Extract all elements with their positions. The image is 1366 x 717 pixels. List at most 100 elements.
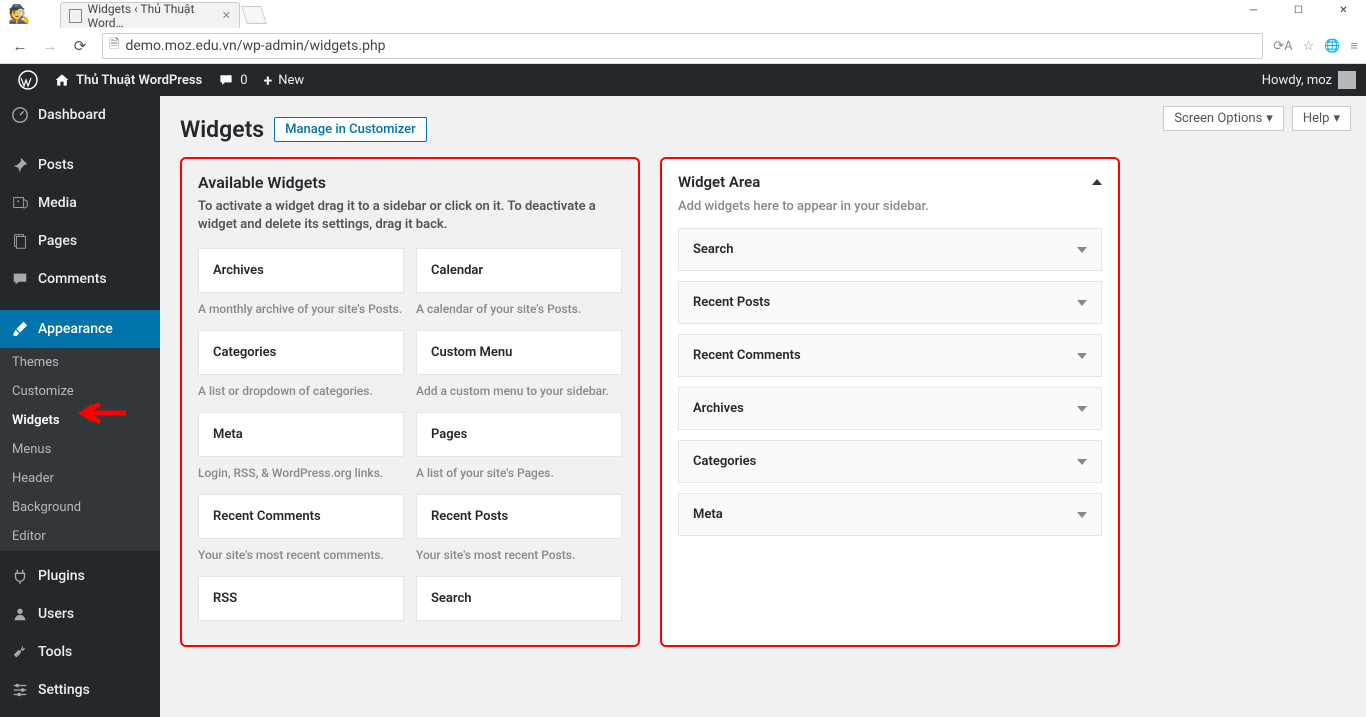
sidebar-item-plugins[interactable]: Plugins bbox=[0, 557, 160, 595]
placed-widget-label: Categories bbox=[693, 454, 756, 469]
submenu-background[interactable]: Background bbox=[0, 493, 160, 522]
maximize-button[interactable]: ☐ bbox=[1276, 0, 1321, 20]
screen-options-button[interactable]: Screen Options ▾ bbox=[1163, 106, 1284, 131]
sidebar-item-settings[interactable]: Settings bbox=[0, 671, 160, 709]
available-widget[interactable]: Search bbox=[416, 576, 622, 621]
sidebar-item-dashboard[interactable]: Dashboard bbox=[0, 96, 160, 134]
browser-nav-bar: ← → ⟳ 🗎 ⟳A ☆ 🌐 ≡ bbox=[0, 28, 1366, 64]
manage-customizer-link[interactable]: Manage in Customizer bbox=[274, 117, 427, 142]
new-content-menu[interactable]: + New bbox=[256, 64, 313, 96]
appearance-submenu: Themes Customize Widgets Menus Header Ba… bbox=[0, 348, 160, 551]
available-widget[interactable]: Recent Posts bbox=[416, 494, 622, 539]
chevron-down-icon: ▾ bbox=[1333, 111, 1340, 126]
minimize-button[interactable]: ─ bbox=[1231, 0, 1276, 20]
new-tab-button[interactable] bbox=[241, 6, 267, 24]
widget-area-title: Widget Area bbox=[678, 173, 760, 191]
available-widgets-panel: Available Widgets To activate a widget d… bbox=[180, 157, 640, 647]
sidebar-item-pages[interactable]: Pages bbox=[0, 222, 160, 260]
sidebar-label: Settings bbox=[38, 682, 90, 698]
sidebar-item-comments[interactable]: Comments bbox=[0, 260, 160, 298]
forward-button[interactable]: → bbox=[38, 34, 62, 58]
plug-icon bbox=[10, 566, 30, 586]
page-title: Widgets bbox=[180, 116, 264, 143]
available-widget[interactable]: Pages bbox=[416, 412, 622, 457]
media-icon bbox=[10, 193, 30, 213]
widget-description: Login, RSS, & WordPress.org links. bbox=[198, 457, 404, 482]
chevron-down-icon bbox=[1077, 353, 1087, 359]
widget-description: A list or dropdown of categories. bbox=[198, 375, 404, 400]
bookmark-icon[interactable]: ☆ bbox=[1303, 39, 1315, 54]
wordpress-icon bbox=[18, 70, 38, 90]
widget-area-header[interactable]: Widget Area bbox=[678, 173, 1102, 191]
reload-button[interactable]: ⟳ bbox=[68, 34, 92, 58]
sidebar-label: Posts bbox=[38, 157, 74, 173]
placed-widget-label: Recent Comments bbox=[693, 348, 801, 363]
placed-widget-list: Search Recent Posts Recent Comments Archive… bbox=[678, 228, 1102, 536]
sidebar-label: Tools bbox=[38, 644, 72, 660]
available-widget[interactable]: Recent Comments bbox=[198, 494, 404, 539]
submenu-themes[interactable]: Themes bbox=[0, 348, 160, 377]
available-widgets-title: Available Widgets bbox=[198, 173, 622, 192]
pages-icon bbox=[10, 231, 30, 251]
chevron-down-icon bbox=[1077, 512, 1087, 518]
howdy-text[interactable]: Howdy, moz bbox=[1262, 73, 1332, 88]
submenu-editor[interactable]: Editor bbox=[0, 522, 160, 551]
chevron-down-icon: ▾ bbox=[1266, 111, 1273, 126]
placed-widget[interactable]: Recent Comments bbox=[678, 334, 1102, 377]
widget-description: A calendar of your site's Posts. bbox=[416, 293, 622, 318]
submenu-header[interactable]: Header bbox=[0, 464, 160, 493]
dashboard-icon bbox=[10, 105, 30, 125]
home-icon bbox=[54, 72, 70, 88]
menu-icon[interactable]: ≡ bbox=[1350, 38, 1358, 54]
sidebar-item-posts[interactable]: Posts bbox=[0, 146, 160, 184]
help-button[interactable]: Help ▾ bbox=[1292, 106, 1351, 131]
placed-widget[interactable]: Categories bbox=[678, 440, 1102, 483]
placed-widget-label: Search bbox=[693, 242, 734, 257]
avatar[interactable] bbox=[1338, 71, 1356, 89]
translate-icon[interactable]: ⟳A bbox=[1273, 39, 1292, 54]
comment-icon bbox=[218, 72, 234, 88]
placed-widget[interactable]: Recent Posts bbox=[678, 281, 1102, 324]
address-bar[interactable]: 🗎 bbox=[102, 33, 1263, 59]
red-arrow-indicator bbox=[70, 401, 126, 425]
browser-tab[interactable]: Widgets ‹ Thủ Thuật Word… ✕ bbox=[60, 2, 240, 28]
globe-icon[interactable]: 🌐 bbox=[1324, 39, 1340, 54]
sidebar-label: Pages bbox=[38, 233, 77, 249]
submenu-menus[interactable]: Menus bbox=[0, 435, 160, 464]
widget-description: Your site's most recent Posts. bbox=[416, 539, 622, 564]
url-input[interactable] bbox=[125, 38, 1256, 54]
placed-widget[interactable]: Meta bbox=[678, 493, 1102, 536]
back-button[interactable]: ← bbox=[8, 34, 32, 58]
site-name-link[interactable]: Thủ Thuật WordPress bbox=[46, 64, 210, 96]
available-widget[interactable]: Custom Menu bbox=[416, 330, 622, 375]
wp-admin-bar: Thủ Thuật WordPress 0 + New Howdy, moz bbox=[0, 64, 1366, 96]
site-info-icon[interactable]: 🗎 bbox=[109, 35, 119, 57]
sidebar-label: Dashboard bbox=[38, 107, 106, 123]
browser-chrome: ─ ☐ ✕ 🕵️ Widgets ‹ Thủ Thuật Word… ✕ ← →… bbox=[0, 0, 1366, 64]
new-label: New bbox=[278, 73, 304, 88]
placed-widget-label: Meta bbox=[693, 507, 723, 522]
close-tab-icon[interactable]: ✕ bbox=[222, 9, 231, 22]
comments-bubble[interactable]: 0 bbox=[210, 64, 255, 96]
collapse-menu-button[interactable]: ◀ Collapse menu bbox=[0, 709, 160, 717]
sidebar-item-media[interactable]: Media bbox=[0, 184, 160, 222]
chevron-down-icon bbox=[1077, 459, 1087, 465]
placed-widget[interactable]: Archives bbox=[678, 387, 1102, 430]
widget-description: Your site's most recent comments. bbox=[198, 539, 404, 564]
close-window-button[interactable]: ✕ bbox=[1321, 0, 1366, 20]
placed-widget[interactable]: Search bbox=[678, 228, 1102, 271]
available-widget[interactable]: RSS bbox=[198, 576, 404, 621]
admin-sidebar: Dashboard Posts Media Pages Comments App… bbox=[0, 96, 160, 717]
available-widget[interactable]: Archives bbox=[198, 248, 404, 293]
sidebar-item-appearance[interactable]: Appearance bbox=[0, 310, 160, 348]
sidebar-item-tools[interactable]: Tools bbox=[0, 633, 160, 671]
available-widgets-description: To activate a widget drag it to a sideba… bbox=[198, 198, 622, 234]
available-widget[interactable]: Calendar bbox=[416, 248, 622, 293]
wp-logo-menu[interactable] bbox=[10, 64, 46, 96]
sidebar-label: Plugins bbox=[38, 568, 85, 584]
widget-description: Add a custom menu to your sidebar. bbox=[416, 375, 622, 400]
available-widget[interactable]: Categories bbox=[198, 330, 404, 375]
available-widget[interactable]: Meta bbox=[198, 412, 404, 457]
chevron-up-icon bbox=[1092, 179, 1102, 185]
sidebar-item-users[interactable]: Users bbox=[0, 595, 160, 633]
